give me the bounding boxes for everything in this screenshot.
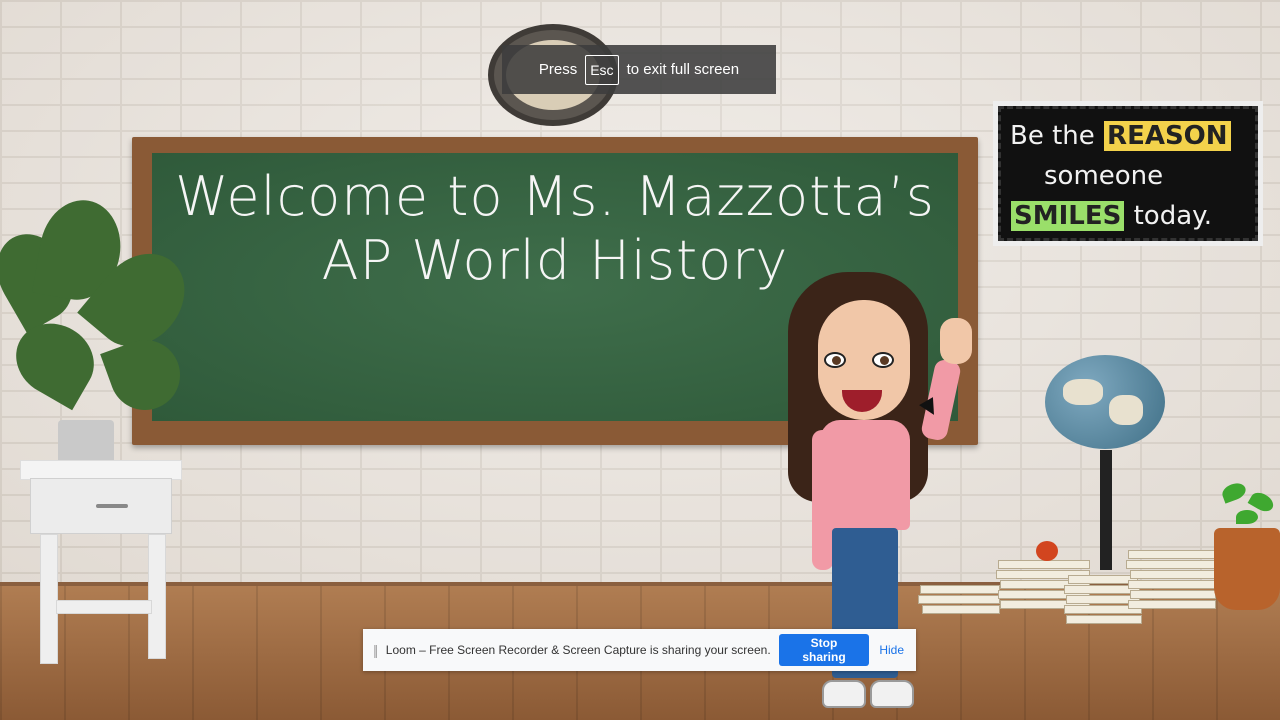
esc-key-badge: Esc [585, 54, 619, 85]
sharing-message: Loom – Free Screen Recorder & Screen Cap… [385, 643, 771, 657]
stop-sharing-button[interactable]: Stop sharing [778, 634, 870, 666]
toast-prefix: Press [538, 61, 578, 78]
apple [1036, 541, 1058, 561]
exit-fullscreen-toast: Press Esc to exit full screen [502, 45, 776, 94]
globe-stand [1100, 450, 1112, 570]
poster-word-5: today. [1133, 201, 1213, 231]
hide-button[interactable]: Hide [869, 643, 912, 657]
drag-handle-icon[interactable]: || [373, 642, 386, 658]
poster-word-2: REASON [1104, 121, 1231, 151]
motivational-poster: Be the REASON someone SMILES today. [993, 101, 1263, 246]
toast-suffix: to exit full screen [626, 61, 740, 78]
globe [1045, 355, 1165, 449]
screen-sharing-bar[interactable]: || Loom – Free Screen Recorder & Screen … [363, 629, 916, 671]
plant-pot-right [1214, 528, 1280, 610]
poster-word-1: Be the [1010, 121, 1095, 151]
poster-word-3: someone [1044, 161, 1164, 191]
chalkboard-line-1: Welcome to Ms. Mazzotta’s [175, 165, 935, 228]
poster-word-4: SMILES [1011, 201, 1125, 231]
